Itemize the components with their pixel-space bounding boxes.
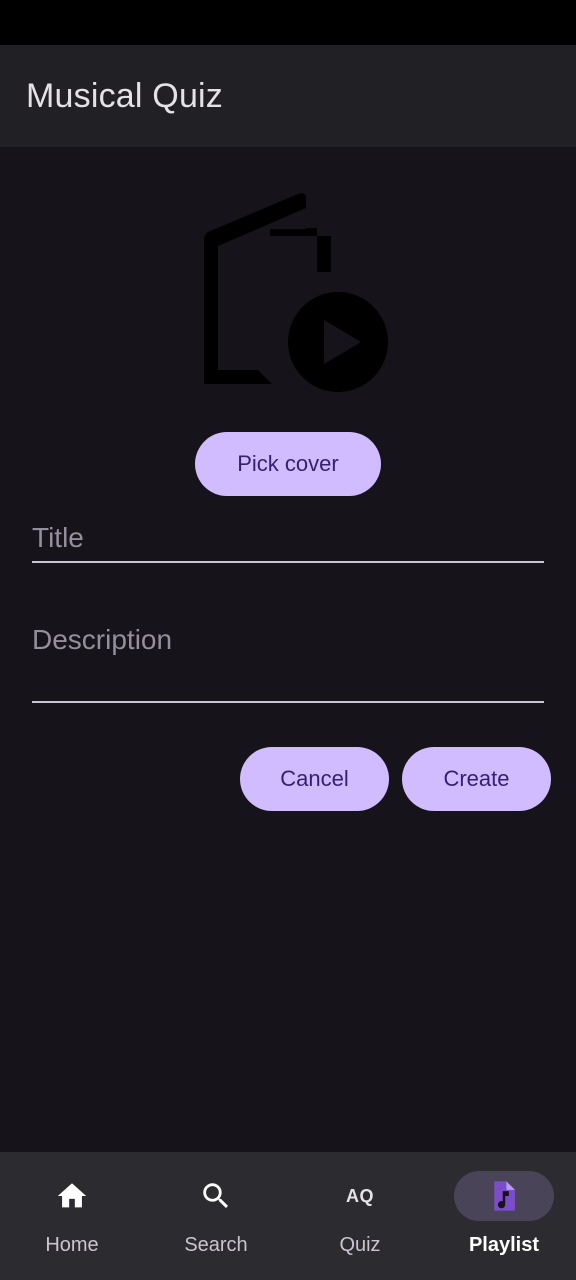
home-icon bbox=[57, 1183, 87, 1208]
app-title: Musical Quiz bbox=[26, 77, 224, 115]
nav-label-search: Search bbox=[184, 1234, 248, 1256]
nav-label-home: Home bbox=[45, 1234, 99, 1256]
nav-icon-container bbox=[166, 1171, 266, 1221]
title-input[interactable] bbox=[32, 518, 544, 558]
description-input[interactable] bbox=[32, 624, 544, 696]
top-app-bar: Musical Quiz bbox=[0, 45, 576, 147]
nav-item-search[interactable]: Search bbox=[144, 1152, 288, 1280]
nav-icon-container bbox=[22, 1171, 122, 1221]
nav-item-quiz[interactable]: AQ Quiz bbox=[288, 1152, 432, 1280]
playlist-cover-placeholder-icon bbox=[204, 193, 388, 392]
title-field bbox=[32, 518, 544, 563]
description-field bbox=[32, 624, 544, 703]
nav-label-playlist: Playlist bbox=[468, 1234, 540, 1256]
create-button[interactable]: Create bbox=[402, 747, 551, 811]
nav-item-playlist[interactable]: Playlist bbox=[432, 1152, 576, 1280]
nav-active-indicator bbox=[454, 1171, 554, 1221]
nav-icon-container: AQ bbox=[310, 1171, 410, 1221]
nav-item-home[interactable]: Home bbox=[0, 1152, 144, 1280]
quiz-icon: AQ bbox=[346, 1185, 374, 1206]
nav-label-quiz: Quiz bbox=[339, 1234, 381, 1256]
search-icon bbox=[203, 1183, 229, 1209]
cancel-button[interactable]: Cancel bbox=[240, 747, 389, 811]
pick-cover-button[interactable]: Pick cover bbox=[195, 432, 381, 496]
status-bar bbox=[0, 0, 576, 45]
playlist-file-music-icon bbox=[494, 1181, 515, 1211]
bottom-navigation: Home Search AQ Quiz Playlist bbox=[0, 1152, 576, 1280]
